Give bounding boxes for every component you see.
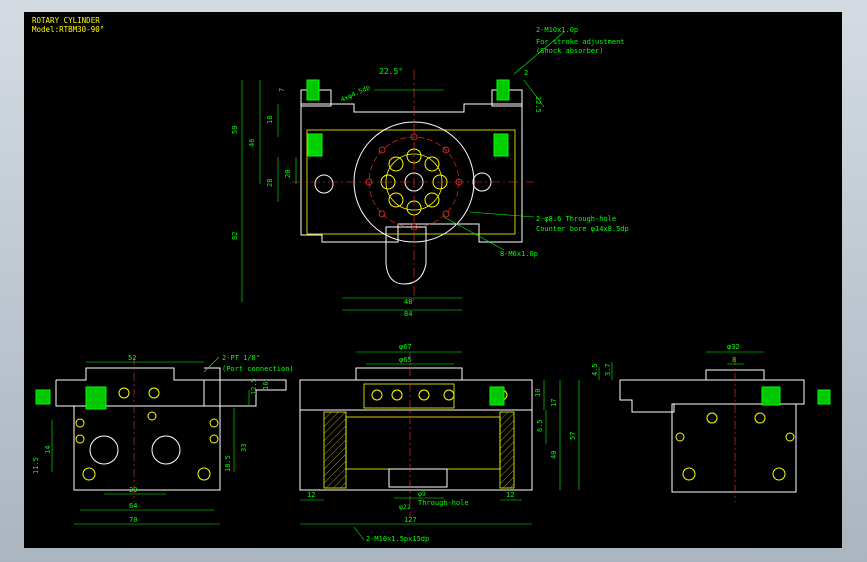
- right-view: [619, 357, 831, 502]
- dim-angle: 22.5°: [379, 67, 403, 76]
- dim-d8: 8: [732, 356, 736, 364]
- dim-d16: 16: [262, 382, 270, 390]
- note-m10-line3: (Shock absorber): [536, 47, 603, 55]
- dim-d18-5: 18.5: [224, 455, 232, 472]
- dim-d67: φ67: [399, 343, 412, 351]
- section-right-wall-hatch: [499, 411, 515, 489]
- section-top-hatch: [363, 383, 455, 409]
- dim-d17: 17: [550, 399, 558, 407]
- note-m10-line1: 2-M10x1.0p: [536, 26, 578, 34]
- left-view-upper-outline: [55, 367, 205, 407]
- left-view: [35, 357, 287, 502]
- drawing-canvas: ROTARY CYLINDER Model:RTBM30-90° 22.5° 4…: [24, 12, 842, 548]
- dim-d28: 28: [266, 179, 274, 187]
- left-view-port-right: [151, 435, 181, 465]
- right-shock-absorber: [496, 79, 510, 101]
- dim-d2: 2: [524, 69, 528, 77]
- right-view-green-port: [761, 386, 781, 406]
- section-inner-cavity: [345, 416, 501, 470]
- bottom-tab: [385, 226, 427, 285]
- dim-d59: 59: [231, 126, 239, 134]
- dim-d10: 10: [534, 389, 542, 397]
- dim-d3-7: 3.7: [604, 363, 612, 376]
- dim-d82: 82: [231, 232, 239, 240]
- left-view-green-port-left: [85, 386, 107, 410]
- cad-drawing: ROTARY CYLINDER Model:RTBM30-90° 22.5° 4…: [32, 16, 831, 543]
- top-view-inner-outline: [306, 129, 516, 235]
- dim-d33: 33: [240, 444, 248, 452]
- left-view-cap-outline: [204, 367, 287, 407]
- note-pt-line2: (Port connection): [222, 365, 294, 373]
- section-view: [299, 352, 533, 517]
- dim-d69: φ9: [418, 490, 426, 498]
- window-frame: ROTARY CYLINDER Model:RTBM30-90° 22.5° 4…: [0, 0, 867, 562]
- dim-d64: 64: [129, 502, 137, 510]
- section-green-port: [489, 386, 505, 406]
- dim-d22-5-right: 22.5: [534, 96, 542, 113]
- right-green-block: [493, 133, 509, 157]
- note-through-hole: Through-hole: [418, 499, 469, 507]
- section-cap: [355, 367, 463, 381]
- left-through-hole: [314, 174, 334, 194]
- drawing-title: ROTARY CYLINDER: [32, 16, 100, 25]
- right-view-dimensions: [598, 351, 764, 380]
- dim-d4-5: 4.5: [591, 363, 599, 376]
- section-shaft: [388, 468, 448, 488]
- dim-d11-5: 11.5: [32, 457, 40, 474]
- note-through-line2: Counter bore φ14x8.5dp: [536, 225, 629, 233]
- left-view-dimensions: [51, 356, 250, 525]
- dim-d22: φ22: [399, 503, 411, 511]
- dim-d52: 52: [128, 354, 136, 362]
- dim-d40: 40: [550, 451, 558, 459]
- dim-d57: 57: [569, 432, 577, 440]
- dim-d12-left: 12: [307, 491, 315, 499]
- dim-d6-5: 6.5: [536, 419, 544, 432]
- section-holes: [371, 389, 508, 401]
- dim-d84-top: 84: [404, 310, 412, 318]
- note-m6: 8-M6x1.0p: [500, 250, 538, 258]
- left-view-green-port-right: [35, 389, 51, 405]
- drawing-model: Model:RTBM30-90°: [32, 25, 104, 34]
- dim-d46: 46: [248, 139, 256, 147]
- dim-d7: 7: [278, 88, 286, 92]
- top-view: [292, 70, 534, 304]
- note-bottom-m10: 2-M10x1.5px15dp: [366, 535, 429, 543]
- dim-d32: φ32: [727, 343, 740, 351]
- dim-d48: 48: [404, 298, 412, 306]
- dim-d127: 127: [404, 516, 417, 524]
- dim-d20: 20: [284, 170, 292, 178]
- note-pt-line1: 2-PT 1/8": [222, 354, 260, 362]
- right-view-lower-body: [671, 403, 797, 493]
- dim-d70: 70: [129, 516, 137, 524]
- section-left-wall-hatch: [323, 411, 347, 489]
- dim-d18: 18: [266, 116, 274, 124]
- left-shock-absorber: [306, 79, 320, 101]
- left-green-block: [307, 133, 323, 157]
- dim-d29: 29: [129, 486, 137, 494]
- left-view-port-left: [89, 435, 119, 465]
- left-view-lower-body: [73, 405, 221, 491]
- dim-d12-right: 12: [506, 491, 514, 499]
- right-view-green-tip: [817, 389, 831, 405]
- dim-d12-5: 12.5: [250, 378, 258, 395]
- dim-d65: φ65: [399, 356, 412, 364]
- dim-d14: 14: [44, 446, 52, 454]
- dim-dia-hole: 4xφ4.5dp: [339, 83, 371, 104]
- note-m10-line2: For stroke adjustment: [536, 38, 625, 46]
- note-through-line1: 2-φ8.6 Through-hole: [536, 215, 616, 223]
